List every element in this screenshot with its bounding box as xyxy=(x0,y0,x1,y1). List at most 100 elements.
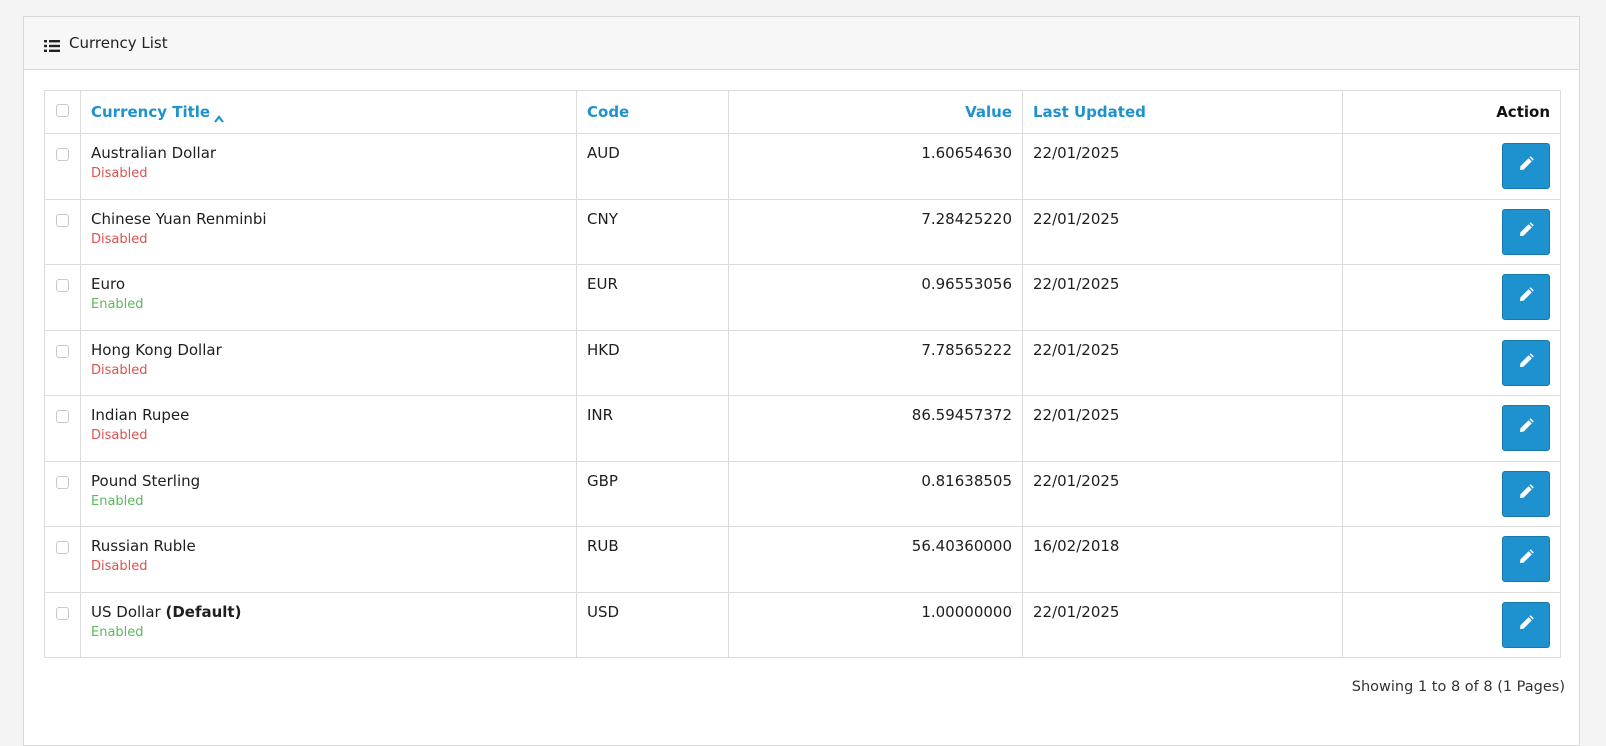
edit-button[interactable] xyxy=(1502,208,1550,255)
pencil-icon xyxy=(1518,352,1534,373)
column-header-code-label[interactable]: Code xyxy=(587,103,629,121)
action-cell xyxy=(1342,526,1561,593)
last-updated: 22/01/2025 xyxy=(1022,264,1343,331)
table-row: Hong Kong Dollar Disabled HKD 7.78565222… xyxy=(44,329,1561,396)
last-updated: 22/01/2025 xyxy=(1022,198,1343,265)
select-all-cell xyxy=(44,90,81,134)
row-select-cell xyxy=(44,133,81,200)
currency-value: 7.78565222 xyxy=(728,329,1023,396)
table-row: Australian Dollar Disabled AUD 1.6065463… xyxy=(44,133,1561,200)
currency-value: 7.28425220 xyxy=(728,198,1023,265)
status-text: Disabled xyxy=(91,559,148,574)
column-header-value[interactable]: Value xyxy=(728,90,1023,134)
currency-title: Hong Kong Dollar xyxy=(91,340,222,359)
currency-title: Pound Sterling xyxy=(91,471,201,490)
currency-value: 86.59457372 xyxy=(728,395,1023,462)
row-checkbox[interactable] xyxy=(56,344,69,358)
panel-title: Currency List xyxy=(69,34,168,52)
action-cell xyxy=(1342,133,1561,200)
edit-button[interactable] xyxy=(1502,339,1550,386)
currency-title-cell: Pound Sterling Enabled xyxy=(80,460,577,527)
currency-title-cell: Euro Enabled xyxy=(80,264,577,331)
status-text: Enabled xyxy=(91,493,144,509)
currency-title: Indian Rupee xyxy=(91,406,190,424)
currency-title-cell: US Dollar (Default) Enabled xyxy=(80,591,577,658)
row-checkbox[interactable] xyxy=(56,148,69,161)
row-checkbox[interactable] xyxy=(56,606,69,620)
last-updated: 22/01/2025 xyxy=(1022,395,1343,462)
action-cell xyxy=(1342,198,1561,265)
currency-title: Russian Ruble xyxy=(91,537,196,555)
pencil-icon xyxy=(1518,483,1534,504)
pencil-icon xyxy=(1518,418,1534,438)
currency-title: US Dollar xyxy=(91,602,161,621)
currency-title-cell: Russian Ruble Disabled xyxy=(80,526,577,593)
currency-code: AUD xyxy=(576,133,729,200)
status-text: Disabled xyxy=(91,231,148,247)
pagination-summary: Showing 1 to 8 of 8 (1 Pages) xyxy=(1351,679,1565,695)
row-checkbox[interactable] xyxy=(56,475,69,489)
table-header-row: Currency Title Code Value Last Updated A… xyxy=(44,90,1561,134)
currency-list-panel: Currency List Currency Title Code Value xyxy=(23,16,1580,746)
pencil-icon xyxy=(1518,221,1534,242)
edit-button[interactable] xyxy=(1502,601,1550,648)
row-select-cell xyxy=(44,264,81,331)
action-cell xyxy=(1342,329,1561,396)
currency-code: HKD xyxy=(576,329,729,396)
edit-button[interactable] xyxy=(1502,470,1550,517)
row-checkbox[interactable] xyxy=(56,541,69,554)
column-header-action-label: Action xyxy=(1496,103,1550,121)
currency-title-cell: Indian Rupee Disabled xyxy=(80,395,577,462)
column-header-title[interactable]: Currency Title xyxy=(80,90,577,134)
action-cell xyxy=(1342,264,1561,331)
column-header-value-label[interactable]: Value xyxy=(965,103,1012,121)
table-row: Indian Rupee Disabled INR 86.59457372 22… xyxy=(44,395,1561,462)
column-header-action: Action xyxy=(1342,90,1561,134)
last-updated: 16/02/2018 xyxy=(1022,526,1343,593)
action-cell xyxy=(1342,460,1561,527)
select-all-checkbox[interactable] xyxy=(56,104,69,117)
row-select-cell xyxy=(44,329,81,396)
table-row: Chinese Yuan Renminbi Disabled CNY 7.284… xyxy=(44,198,1561,265)
row-checkbox[interactable] xyxy=(56,410,69,423)
last-updated: 22/01/2025 xyxy=(1022,133,1343,200)
list-icon xyxy=(44,37,60,52)
edit-button[interactable] xyxy=(1502,536,1550,582)
status-text: Enabled xyxy=(91,624,144,640)
row-select-cell xyxy=(44,198,81,265)
table-row: US Dollar (Default) Enabled USD 1.000000… xyxy=(44,591,1561,658)
currency-title: Euro xyxy=(91,275,125,293)
pencil-icon xyxy=(1518,156,1534,176)
currency-title: Chinese Yuan Renminbi xyxy=(91,209,267,228)
status-text: Disabled xyxy=(91,362,148,378)
action-cell xyxy=(1342,395,1561,462)
currency-code: INR xyxy=(576,395,729,462)
currency-title-cell: Hong Kong Dollar Disabled xyxy=(80,329,577,396)
panel-heading: Currency List xyxy=(24,17,1579,70)
currency-code: USD xyxy=(576,591,729,658)
pencil-icon xyxy=(1518,287,1534,307)
last-updated: 22/01/2025 xyxy=(1022,591,1343,658)
edit-button[interactable] xyxy=(1502,274,1550,320)
status-text: Disabled xyxy=(91,166,148,181)
column-header-title-label[interactable]: Currency Title xyxy=(91,103,210,121)
panel-body: Currency Title Code Value Last Updated A… xyxy=(24,70,1579,658)
status-text: Enabled xyxy=(91,297,144,312)
currency-value: 1.00000000 xyxy=(728,591,1023,658)
pencil-icon xyxy=(1518,549,1534,569)
currency-value: 0.81638505 xyxy=(728,460,1023,527)
row-select-cell xyxy=(44,395,81,462)
default-label: (Default) xyxy=(165,602,242,621)
status-text: Disabled xyxy=(91,428,148,443)
column-header-last-updated-label[interactable]: Last Updated xyxy=(1033,103,1146,121)
row-checkbox[interactable] xyxy=(56,279,69,292)
edit-button[interactable] xyxy=(1502,405,1550,451)
last-updated: 22/01/2025 xyxy=(1022,460,1343,527)
row-checkbox[interactable] xyxy=(56,213,69,227)
currency-table: Currency Title Code Value Last Updated A… xyxy=(44,90,1561,658)
column-header-code[interactable]: Code xyxy=(576,90,729,134)
column-header-last-updated[interactable]: Last Updated xyxy=(1022,90,1343,134)
edit-button[interactable] xyxy=(1502,143,1550,189)
pencil-icon xyxy=(1518,614,1534,635)
currency-code: EUR xyxy=(576,264,729,331)
